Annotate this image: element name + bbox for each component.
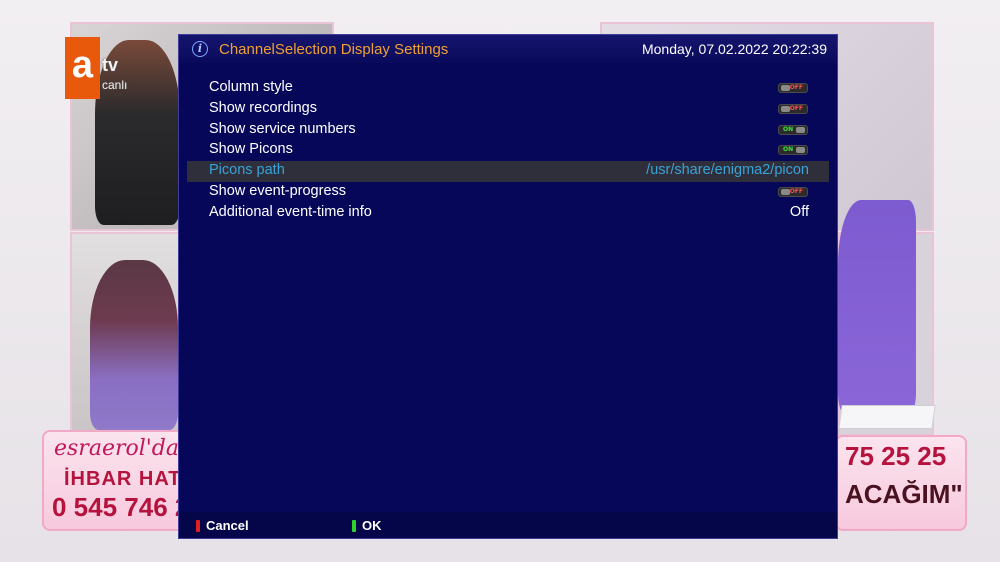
setting-column-style[interactable]: Column style OFF [187,78,829,99]
toggle-knob [796,147,805,154]
info-icon: i [192,41,208,57]
dialog-title: ChannelSelection Display Settings [219,41,449,58]
toggle-knob [781,188,790,195]
hotline-label: İHBAR HATTI [64,468,196,490]
toggle-knob [781,105,790,112]
toggle-switch[interactable]: OFF [778,103,808,114]
toggle-switch[interactable]: OFF [778,186,808,197]
toggle-switch[interactable]: ON [778,124,808,135]
setting-label: Additional event-time info [209,203,372,220]
green-key-icon [352,520,356,532]
settings-list: Column style OFF Show recordings OFF Sho… [187,78,829,224]
setting-value: /usr/share/enigma2/picon [646,162,809,179]
setting-show-event-progress[interactable]: Show event-progress OFF [187,182,829,203]
channel-logo-tv: tv [102,55,119,75]
toggle-knob [781,85,790,91]
toggle-knob [796,126,805,133]
toggle-state: OFF [789,104,803,112]
setting-picons-path[interactable]: Picons path /usr/share/enigma2/picon [187,161,829,182]
setting-label: Show service numbers [209,120,356,137]
setting-show-service-numbers[interactable]: Show service numbers ON [187,120,829,141]
toggle-state: ON [783,146,794,154]
hotline-number-right: 75 25 25 [845,441,947,471]
toggle-state: OFF [789,84,803,91]
setting-value: Off [789,203,809,220]
clock: Monday, 07.02.2022 20:22:39 [641,41,827,57]
setting-show-picons[interactable]: Show Picons ON [187,140,829,161]
channel-live-label: canlı [102,78,128,92]
dialog-titlebar: i ChannelSelection Display Settings Mond… [179,35,837,63]
toggle-state: OFF [789,187,803,195]
host-figure [838,200,916,415]
desk-paper [838,405,936,429]
dialog-footer: Cancel OK [179,512,837,538]
toggle-switch[interactable]: OFF [778,83,808,93]
hotline-number: 0 545 746 25 25 [52,492,194,522]
channel-logo-letter: a [71,44,94,86]
setting-label: Show recordings [209,99,317,116]
lower-third-right: 75 25 25 ACAĞIM" [835,435,967,531]
ok-button[interactable]: OK [362,518,382,533]
toggle-switch[interactable]: ON [778,145,808,156]
setting-label: Show event-progress [209,182,347,199]
setting-additional-event-time-info[interactable]: Additional event-time info Off [187,203,829,224]
caption-right: ACAĞIM" [845,479,963,509]
toggle-state: ON [783,125,794,133]
channel-logo: a [65,37,100,99]
guest-figure [90,260,178,430]
settings-dialog: i ChannelSelection Display Settings Mond… [178,34,838,539]
cancel-button[interactable]: Cancel [206,518,249,533]
lower-third-left: esraerol'da İHBAR HATTI 0 545 746 25 25 [42,430,196,531]
setting-show-recordings[interactable]: Show recordings OFF [187,99,829,120]
red-key-icon [196,520,200,532]
show-brand: esraerol'da [54,436,180,461]
setting-label: Show Picons [209,141,293,158]
setting-label: Picons path [209,162,285,179]
setting-label: Column style [209,79,293,95]
